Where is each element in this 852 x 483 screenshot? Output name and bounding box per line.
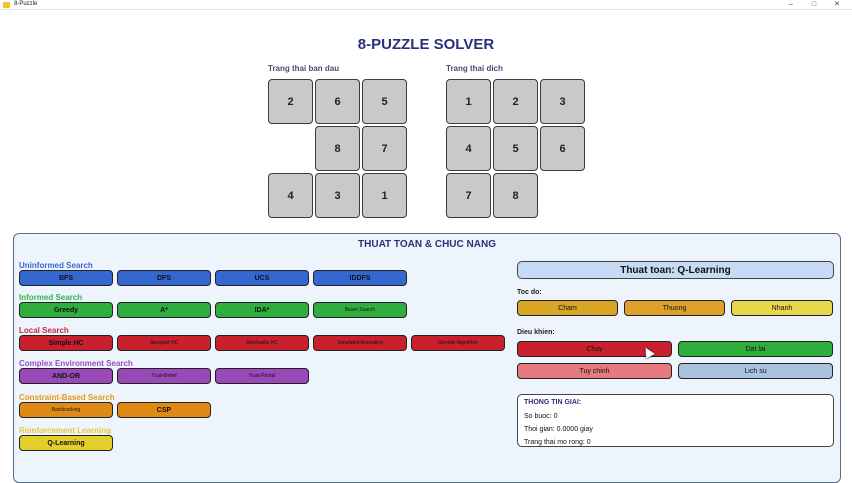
- initial-tile[interactable]: 5: [362, 79, 407, 124]
- category-label: Informed Search: [19, 293, 83, 302]
- expanded-states: Trang thai mo rong: 0: [524, 439, 591, 446]
- reset-button[interactable]: Dat lai: [678, 341, 833, 357]
- initial-tile[interactable]: 4: [268, 173, 313, 218]
- control-label: Dieu khien:: [517, 329, 555, 336]
- goal-tile[interactable]: 7: [446, 173, 491, 218]
- algorithm-button-backtracking[interactable]: Backtracking: [19, 402, 113, 418]
- algorithm-button-trust-partial[interactable]: Trust-Partial: [215, 368, 309, 384]
- initial-tile[interactable]: 8: [315, 126, 360, 171]
- window-title: 8-Puzzle: [14, 1, 38, 7]
- algorithm-button-ida-[interactable]: IDA*: [215, 302, 309, 318]
- maximize-icon[interactable]: □: [803, 0, 825, 10]
- goal-state-grid: 123 456 78: [446, 79, 586, 219]
- category-label: Uninformed Search: [19, 261, 93, 270]
- initial-tile[interactable]: 1: [362, 173, 407, 218]
- goal-tile[interactable]: 3: [540, 79, 585, 124]
- goal-tile[interactable]: 2: [493, 79, 538, 124]
- algorithm-button-ucs[interactable]: UCS: [215, 270, 309, 286]
- custom-button[interactable]: Tuy chinh: [517, 363, 672, 379]
- result-title: THONG TIN GIAI:: [524, 399, 582, 406]
- window-titlebar: 8-Puzzle – □ ✕: [0, 0, 852, 10]
- speed-slow-button[interactable]: Cham: [517, 300, 618, 316]
- goal-state-label: Trang thai dich: [446, 64, 503, 73]
- panel-title: THUAT TOAN & CHUC NANG: [358, 239, 496, 250]
- algorithm-panel: THUAT TOAN & CHUC NANG Uninformed Search…: [13, 233, 841, 483]
- algorithm-button-csp[interactable]: CSP: [117, 402, 211, 418]
- algorithm-button-simulated-annealing[interactable]: Simulated Annealing: [313, 335, 407, 351]
- history-button[interactable]: Lich su: [678, 363, 833, 379]
- initial-state-grid: 26587 431: [268, 79, 408, 219]
- goal-tile[interactable]: 4: [446, 126, 491, 171]
- app-icon: [3, 2, 10, 8]
- category-label: Local Search: [19, 326, 69, 335]
- category-label: Constraint-Based Search: [19, 393, 115, 402]
- steps-count: So buoc: 0: [524, 413, 558, 420]
- solve-time: Thoi gian: 0.0000 giay: [524, 426, 593, 433]
- algorithm-button-greedy[interactable]: Greedy: [19, 302, 113, 318]
- initial-tile[interactable]: 3: [315, 173, 360, 218]
- goal-tile[interactable]: 6: [540, 126, 585, 171]
- algorithm-button-genetic-algorithm[interactable]: Genetic Algorithm: [411, 335, 505, 351]
- minimize-icon[interactable]: –: [780, 0, 802, 10]
- algorithm-button-a-[interactable]: A*: [117, 302, 211, 318]
- algorithm-button-and-or[interactable]: AND-OR: [19, 368, 113, 384]
- goal-tile[interactable]: 8: [493, 173, 538, 218]
- algorithm-button-stochastic-hc[interactable]: Stochastic HC: [215, 335, 309, 351]
- selected-algorithm-display: Thuat toan: Q-Learning: [517, 261, 834, 279]
- speed-normal-button[interactable]: Thuong: [624, 300, 725, 316]
- algorithm-button-steepest-hc[interactable]: Steepest HC: [117, 335, 211, 351]
- initial-tile[interactable]: 7: [362, 126, 407, 171]
- algorithm-button-bfs[interactable]: BFS: [19, 270, 113, 286]
- algorithm-button-dfs[interactable]: DFS: [117, 270, 211, 286]
- category-label: Complex Environment Search: [19, 359, 133, 368]
- algorithm-button-q-learning[interactable]: Q-Learning: [19, 435, 113, 451]
- goal-tile[interactable]: 5: [493, 126, 538, 171]
- initial-tile[interactable]: 6: [315, 79, 360, 124]
- algorithm-button-trust-belief[interactable]: Trust-Belief: [117, 368, 211, 384]
- algorithm-button-iddfs[interactable]: IDDFS: [313, 270, 407, 286]
- category-label: Reinforcement Learning: [19, 426, 112, 435]
- close-icon[interactable]: ✕: [826, 0, 848, 10]
- page-title: 8-PUZZLE SOLVER: [357, 36, 495, 53]
- algorithm-button-simple-hc[interactable]: Simple HC: [19, 335, 113, 351]
- algorithm-button-beam-search[interactable]: Beam Search: [313, 302, 407, 318]
- initial-state-label: Trang thai ban dau: [268, 64, 340, 73]
- speed-fast-button[interactable]: Nhanh: [731, 300, 833, 316]
- speed-label: Toc do:: [517, 289, 542, 296]
- goal-tile[interactable]: 1: [446, 79, 491, 124]
- result-info-box: THONG TIN GIAI: So buoc: 0 Thoi gian: 0.…: [517, 394, 834, 447]
- initial-tile[interactable]: 2: [268, 79, 313, 124]
